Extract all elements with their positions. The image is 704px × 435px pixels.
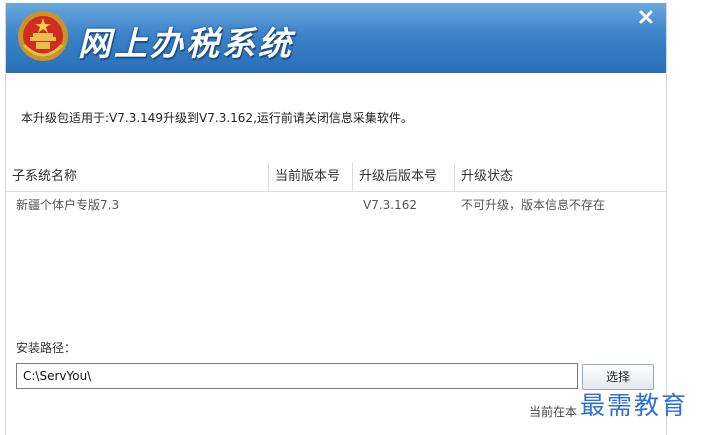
cell-upgrade-status: 不可升级，版本信息不存在 (461, 198, 606, 212)
install-path-input[interactable] (16, 363, 578, 389)
table-header: 子系统名称 当前版本号 升级后版本号 升级状态 (6, 163, 666, 192)
national-emblem-icon (18, 11, 68, 61)
install-path-label: 安装路径： (16, 341, 77, 355)
watermark-text: 最需教育 (580, 391, 689, 420)
cell-current-version (268, 192, 352, 218)
status-text: 当前在本 (529, 405, 578, 419)
close-icon[interactable] (636, 7, 656, 27)
upgrade-notice: 本升级包适用于:V7.3.149升级到V7.3.162,运行前请关闭信息采集软件… (21, 111, 413, 125)
column-header-name[interactable]: 子系统名称 (6, 163, 268, 191)
column-header-current-version[interactable]: 当前版本号 (268, 163, 352, 191)
cell-subsystem-name: 新疆个体户专版7.3 (16, 198, 120, 212)
cell-upgraded-version: V7.3.162 (363, 198, 418, 212)
subsystem-table: 子系统名称 当前版本号 升级后版本号 升级状态 新疆个体户专版7.3 V7.3.… (6, 163, 666, 218)
installer-window: 网上办税系统 本升级包适用于:V7.3.149升级到V7.3.162,运行前请关… (5, 3, 667, 435)
column-header-status[interactable]: 升级状态 (454, 163, 666, 191)
app-title: 网上办税系统 (78, 24, 294, 63)
table-row[interactable]: 新疆个体户专版7.3 V7.3.162 不可升级，版本信息不存在 (6, 192, 666, 218)
title-bar: 网上办税系统 (6, 3, 666, 73)
column-header-upgraded-version[interactable]: 升级后版本号 (352, 163, 454, 191)
